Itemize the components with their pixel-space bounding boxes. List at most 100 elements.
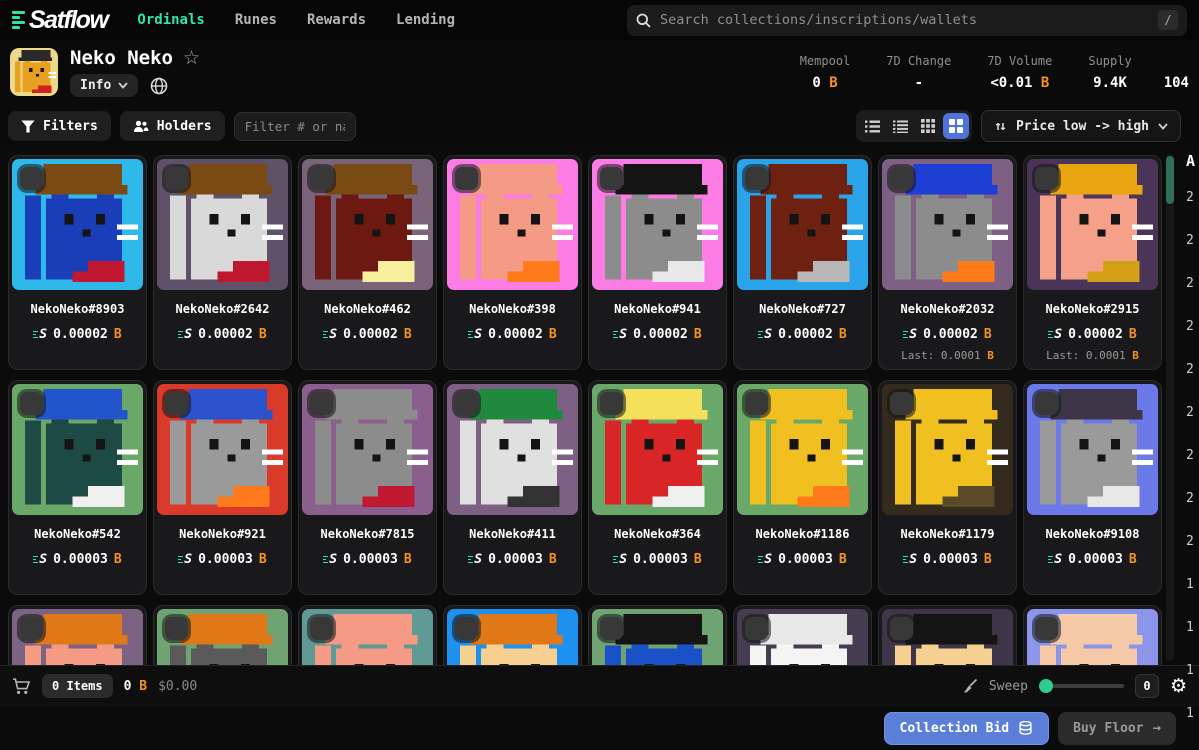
- card-1186[interactable]: NekoNeko#1186 S 0.00003 B: [733, 380, 872, 595]
- collection-bid-button[interactable]: Collection Bid: [883, 711, 1050, 745]
- sort-dropdown[interactable]: ↑↓ Price low -> high: [981, 110, 1181, 142]
- satflow-price-icon: S: [758, 327, 772, 342]
- stat-7d-volume: 7D Volume <0.01 B: [987, 53, 1053, 91]
- card[interactable]: [153, 605, 292, 665]
- card-name: NekoNeko#398: [469, 302, 556, 316]
- card-image: [592, 159, 723, 290]
- card-921[interactable]: NekoNeko#921 S 0.00003 B: [153, 380, 292, 595]
- card-checkbox[interactable]: [20, 167, 43, 190]
- collection-header: Neko Neko ☆ Info Mempool 0 B 7D Change -…: [0, 40, 1199, 104]
- stat-mempool: Mempool 0 B: [799, 53, 851, 91]
- sort-arrows-icon: ↑↓: [994, 118, 1007, 134]
- nav-item-runes[interactable]: Runes: [235, 12, 277, 28]
- small-grid-view-button[interactable]: [915, 113, 941, 139]
- card[interactable]: [443, 605, 582, 665]
- search-bar[interactable]: /: [627, 4, 1187, 36]
- card-checkbox[interactable]: [310, 392, 333, 415]
- website-globe-icon[interactable]: [150, 77, 168, 95]
- chevron-down-icon: [118, 82, 128, 89]
- card-941[interactable]: NekoNeko#941 S 0.00002 B: [588, 155, 727, 370]
- btc-symbol: B: [548, 552, 557, 567]
- card-price: S 0.00002 B: [447, 327, 578, 342]
- search-input[interactable]: [660, 12, 1149, 28]
- scrollbar[interactable]: [1166, 154, 1174, 661]
- settings-gear-icon[interactable]: ⚙: [1170, 676, 1187, 696]
- sweep-slider-knob[interactable]: [1038, 679, 1053, 693]
- collection-avatar[interactable]: [10, 48, 58, 96]
- card[interactable]: [8, 605, 147, 665]
- card-checkbox[interactable]: [745, 167, 768, 190]
- card[interactable]: [1023, 605, 1162, 665]
- card-image: [302, 609, 433, 665]
- card-checkbox[interactable]: [455, 617, 478, 640]
- card[interactable]: [878, 605, 1017, 665]
- sweep-label: Sweep: [988, 678, 1028, 694]
- nav-item-ordinals[interactable]: Ordinals: [137, 12, 204, 28]
- card-checkbox[interactable]: [600, 392, 623, 415]
- card-398[interactable]: NekoNeko#398 S 0.00002 B: [443, 155, 582, 370]
- satflow-price-icon: S: [758, 552, 772, 567]
- btc-symbol: B: [693, 327, 702, 342]
- card-2032[interactable]: NekoNeko#2032 S 0.00002 B Last: 0.0001 B: [878, 155, 1017, 370]
- card-checkbox[interactable]: [310, 617, 333, 640]
- sweep-value-box[interactable]: 0: [1134, 674, 1159, 698]
- info-dropdown-button[interactable]: Info: [70, 74, 139, 97]
- filter-input[interactable]: [233, 111, 356, 141]
- card-checkbox[interactable]: [745, 617, 768, 640]
- card-checkbox[interactable]: [165, 167, 188, 190]
- large-grid-view-button[interactable]: [943, 113, 970, 139]
- cart-icon[interactable]: [12, 677, 31, 695]
- card[interactable]: [298, 605, 437, 665]
- card-checkbox[interactable]: [745, 392, 768, 415]
- card-checkbox[interactable]: [165, 617, 188, 640]
- satflow-price-icon: S: [468, 552, 482, 567]
- card-checkbox[interactable]: [455, 167, 478, 190]
- card-462[interactable]: NekoNeko#462 S 0.00002 B: [298, 155, 437, 370]
- page: Satflow Ordinals Runes Rewards Lending / Ne…: [0, 0, 1199, 750]
- sweep-slider[interactable]: [1038, 679, 1124, 693]
- collection-info: Neko Neko ☆ Info: [70, 47, 200, 97]
- card-checkbox[interactable]: [20, 617, 43, 640]
- card-checkbox[interactable]: [20, 392, 43, 415]
- scrollbar-thumb[interactable]: [1166, 156, 1174, 204]
- cart-btc-total: 0 B: [123, 678, 148, 694]
- satflow-logo[interactable]: Satflow: [12, 6, 109, 35]
- card-checkbox[interactable]: [890, 392, 913, 415]
- btc-symbol: B: [548, 327, 557, 342]
- card[interactable]: [588, 605, 727, 665]
- card-checkbox[interactable]: [1035, 617, 1058, 640]
- card[interactable]: [733, 605, 872, 665]
- card-411[interactable]: NekoNeko#411 S 0.00003 B: [443, 380, 582, 595]
- nav-item-rewards[interactable]: Rewards: [307, 12, 366, 28]
- card-9108[interactable]: NekoNeko#9108 S 0.00003 B: [1023, 380, 1162, 595]
- btc-symbol: B: [693, 552, 702, 567]
- card-364[interactable]: NekoNeko#364 S 0.00003 B: [588, 380, 727, 595]
- card-checkbox[interactable]: [1035, 392, 1058, 415]
- view-toggle-group: [856, 110, 973, 142]
- card-checkbox[interactable]: [890, 617, 913, 640]
- card-2915[interactable]: NekoNeko#2915 S 0.00002 B Last: 0.0001 B: [1023, 155, 1162, 370]
- nav-item-lending[interactable]: Lending: [396, 12, 455, 28]
- card-name: NekoNeko#9108: [1045, 527, 1140, 541]
- card-checkbox[interactable]: [310, 167, 333, 190]
- card-1179[interactable]: NekoNeko#1179 S 0.00003 B: [878, 380, 1017, 595]
- list-view-button[interactable]: [859, 113, 885, 139]
- card-2642[interactable]: NekoNeko#2642 S 0.00002 B: [153, 155, 292, 370]
- card-checkbox[interactable]: [890, 167, 913, 190]
- card-price: S 0.00003 B: [592, 552, 723, 567]
- card-7815[interactable]: NekoNeko#7815 S 0.00003 B: [298, 380, 437, 595]
- favorite-star-icon[interactable]: ☆: [183, 48, 200, 68]
- card-checkbox[interactable]: [455, 392, 478, 415]
- card-checkbox[interactable]: [600, 167, 623, 190]
- satflow-price-icon: S: [33, 327, 47, 342]
- card-8903[interactable]: NekoNeko#8903 S 0.00002 B: [8, 155, 147, 370]
- card-checkbox[interactable]: [1035, 167, 1058, 190]
- buy-floor-button[interactable]: Buy Floor →: [1058, 711, 1176, 745]
- card-542[interactable]: NekoNeko#542 S 0.00003 B: [8, 380, 147, 595]
- compact-list-view-button[interactable]: [887, 113, 913, 139]
- card-727[interactable]: NekoNeko#727 S 0.00002 B: [733, 155, 872, 370]
- card-checkbox[interactable]: [600, 617, 623, 640]
- card-checkbox[interactable]: [165, 392, 188, 415]
- filters-button[interactable]: Filters: [8, 111, 111, 141]
- holders-button[interactable]: Holders: [119, 111, 225, 141]
